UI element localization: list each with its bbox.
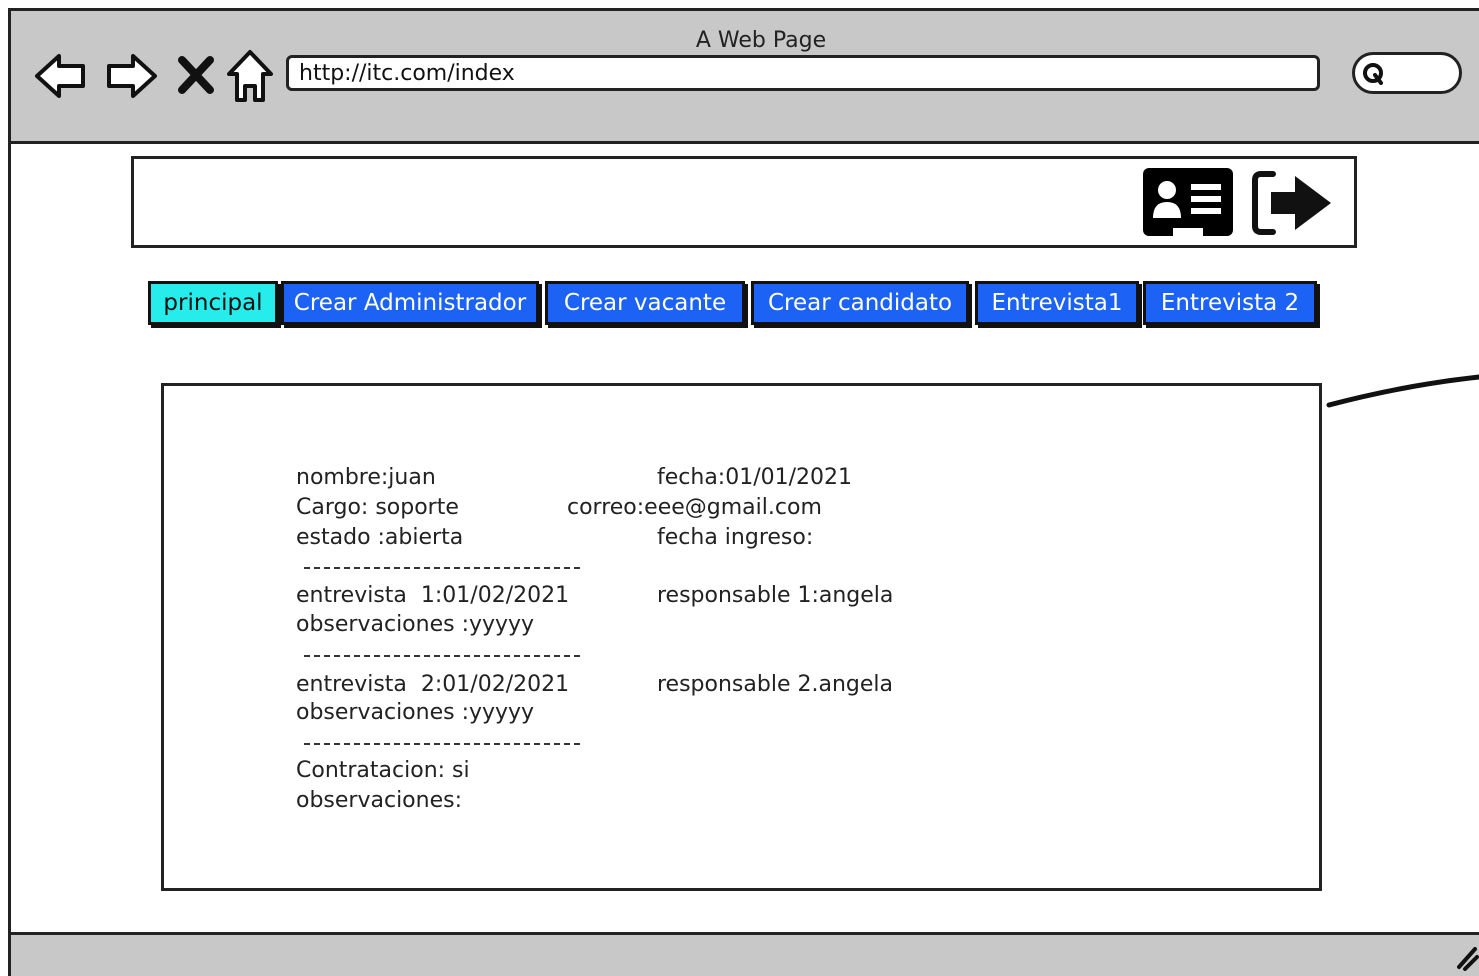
tab-principal[interactable]: principal [148, 281, 278, 325]
status-bar [11, 932, 1479, 976]
address-bar[interactable]: http://itc.com/index [286, 55, 1320, 91]
contratacion-text: Contratacion: si [296, 758, 470, 783]
correo-text: correo:eee@gmail.com [567, 495, 822, 520]
connector-line [1326, 374, 1479, 408]
entrevista1-text: entrevista 1:01/02/2021 [296, 583, 570, 608]
observaciones-final-text: observaciones: [296, 788, 462, 813]
profile-card-icon[interactable] [1143, 168, 1233, 236]
fecha-ingreso-text: fecha ingreso: [657, 525, 814, 550]
observaciones1-text: observaciones :yyyyy [296, 612, 535, 637]
cargo-text: Cargo: soporte [296, 495, 459, 520]
search-field[interactable] [1352, 52, 1462, 94]
observaciones2-text: observaciones :yyyyy [296, 700, 535, 725]
nombre-text: nombre:juan [296, 465, 436, 490]
back-icon[interactable] [33, 48, 89, 104]
resize-grip-icon[interactable] [1455, 945, 1479, 971]
window-left-border [8, 10, 11, 976]
responsable2-text: responsable 2.angela [657, 672, 893, 697]
logout-icon[interactable] [1251, 170, 1335, 236]
search-icon [1363, 63, 1383, 85]
tab-crear-administrador[interactable]: Crear Administrador [281, 281, 539, 325]
address-bar-url: http://itc.com/index [299, 61, 515, 86]
separator [304, 567, 580, 569]
tab-entrevista2[interactable]: Entrevista 2 [1143, 281, 1317, 325]
tab-crear-candidato[interactable]: Crear candidato [751, 281, 969, 325]
separator [304, 655, 580, 657]
candidate-details-panel [161, 383, 1322, 891]
home-icon[interactable] [225, 48, 275, 106]
close-icon[interactable] [176, 48, 216, 104]
fecha-text: fecha:01/01/2021 [657, 465, 853, 490]
tab-entrevista1[interactable]: Entrevista1 [975, 281, 1139, 325]
entrevista2-text: entrevista 2:01/02/2021 [296, 672, 570, 697]
separator [304, 743, 580, 745]
tab-crear-vacante[interactable]: Crear vacante [545, 281, 745, 325]
responsable1-text: responsable 1:angela [657, 583, 894, 608]
estado-text: estado :abierta [296, 525, 464, 550]
forward-icon[interactable] [103, 48, 159, 104]
